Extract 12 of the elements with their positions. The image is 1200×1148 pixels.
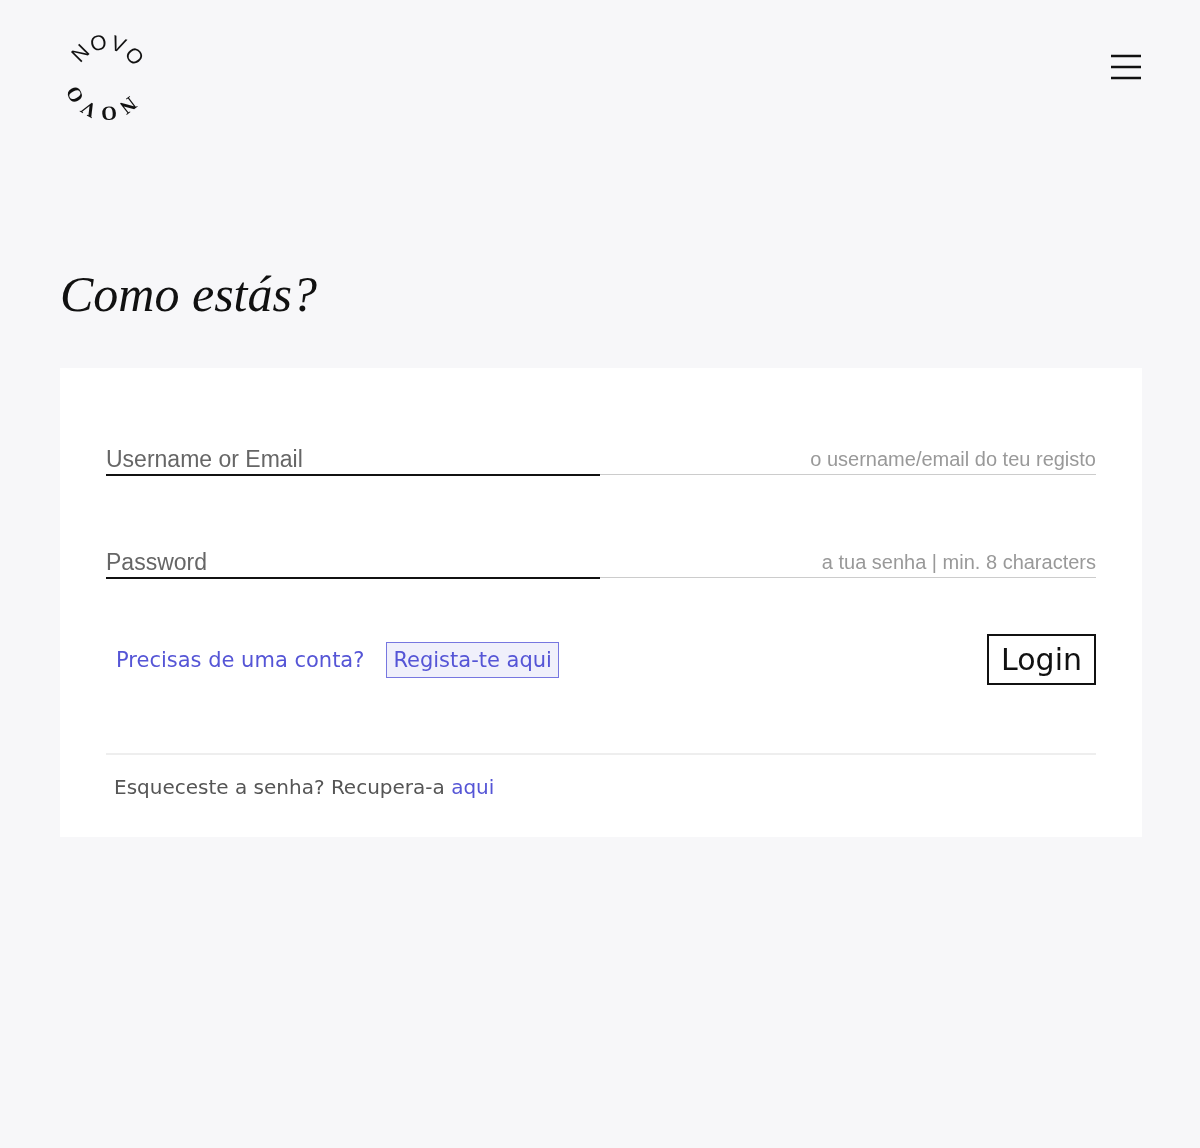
signup-prompt[interactable]: Precisas de uma conta? [116,647,365,672]
recover-link[interactable]: aqui [451,775,495,799]
register-link[interactable]: Regista-te aqui [386,641,559,678]
page-heading: Como estás? [60,266,318,322]
menu-icon[interactable] [1110,54,1142,80]
logo-text: NOVO [66,30,150,71]
login-button[interactable]: Login [987,634,1096,685]
logo[interactable]: NOVO NOVO [58,30,154,126]
logo-text: NOVO [60,81,142,126]
field-label: Username or Email [106,444,600,476]
forgot-text: Esqueceste a senha? Recupera-a [114,775,445,799]
field-label: Password [106,547,600,579]
